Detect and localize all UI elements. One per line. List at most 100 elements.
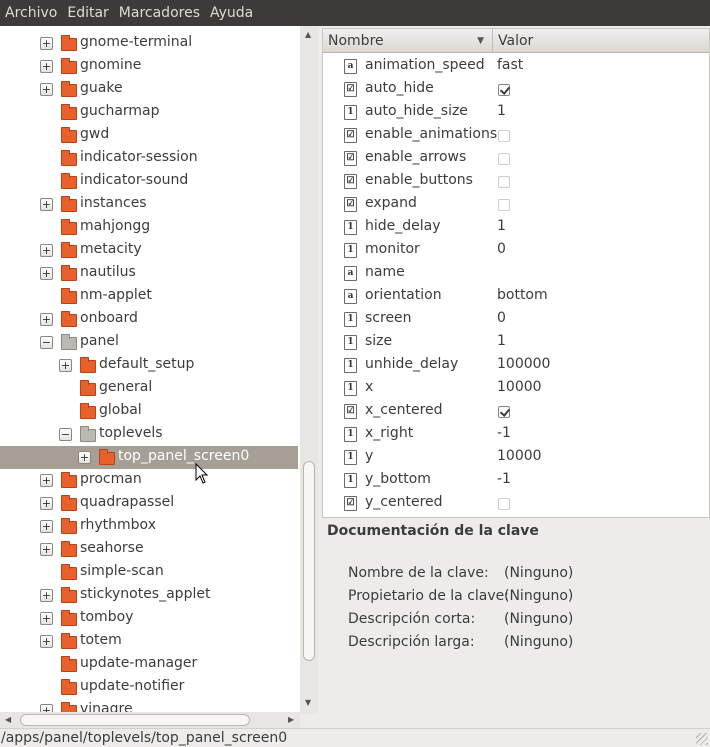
- key-row-x_right[interactable]: 1 x_right -1: [323, 423, 709, 446]
- tree-item-mahjongg[interactable]: mahjongg: [0, 216, 298, 239]
- scroll-up-arrow-icon[interactable]: ▲: [305, 30, 311, 39]
- tree-item-simple-scan[interactable]: simple-scan: [0, 561, 298, 584]
- menu-ayuda[interactable]: Ayuda: [205, 0, 258, 26]
- tree-item-update-notifier[interactable]: update-notifier: [0, 676, 298, 699]
- key-value[interactable]: 10000: [497, 379, 542, 395]
- expand-icon[interactable]: +: [40, 612, 53, 625]
- expand-icon[interactable]: +: [59, 359, 72, 372]
- tree-item-gnome-terminal[interactable]: + gnome-terminal: [0, 32, 298, 55]
- tree-item-gnomine[interactable]: + gnomine: [0, 55, 298, 78]
- tree-item-procman[interactable]: + procman: [0, 469, 298, 492]
- key-row-enable_buttons[interactable]: ☑ enable_buttons: [323, 170, 709, 193]
- key-value-checkbox[interactable]: [498, 176, 510, 188]
- key-row-monitor[interactable]: 1 monitor 0: [323, 239, 709, 262]
- key-value[interactable]: -1: [497, 471, 511, 487]
- key-row-enable_arrows[interactable]: ☑ enable_arrows: [323, 147, 709, 170]
- key-row-y_bottom[interactable]: 1 y_bottom -1: [323, 469, 709, 492]
- tree-item-instances[interactable]: + instances: [0, 193, 298, 216]
- tree-item-rhythmbox[interactable]: + rhythmbox: [0, 515, 298, 538]
- key-value-checkbox[interactable]: [498, 153, 510, 165]
- key-row-animation_speed[interactable]: a animation_speed fast: [323, 55, 709, 78]
- key-value[interactable]: 0: [497, 310, 506, 326]
- key-value[interactable]: -1: [497, 425, 511, 441]
- tree-item-indicator-sound[interactable]: indicator-sound: [0, 170, 298, 193]
- key-row-y_centered[interactable]: ☑ y_centered: [323, 492, 709, 515]
- tree-vertical-scroll-thumb[interactable]: [303, 461, 315, 661]
- key-row-orientation[interactable]: a orientation bottom: [323, 285, 709, 308]
- key-value[interactable]: 1: [497, 218, 506, 234]
- key-value[interactable]: 0: [497, 241, 506, 257]
- tree-item-indicator-session[interactable]: indicator-session: [0, 147, 298, 170]
- key-value[interactable]: 1: [497, 333, 506, 349]
- key-row-expand[interactable]: ☑ expand: [323, 193, 709, 216]
- expand-icon[interactable]: +: [40, 83, 53, 96]
- scroll-down-arrow-icon[interactable]: ▼: [305, 698, 311, 707]
- tree-item-seahorse[interactable]: + seahorse: [0, 538, 298, 561]
- tree-vertical-scrollbar[interactable]: ▲ ▼: [300, 26, 318, 714]
- expand-icon[interactable]: +: [40, 497, 53, 510]
- key-row-size[interactable]: 1 size 1: [323, 331, 709, 354]
- expand-icon[interactable]: +: [40, 520, 53, 533]
- tree-item-global[interactable]: global: [0, 400, 298, 423]
- key-value[interactable]: bottom: [497, 287, 548, 303]
- key-value-checkbox[interactable]: [498, 84, 510, 96]
- expand-icon[interactable]: +: [40, 313, 53, 326]
- tree-horizontal-scroll-thumb[interactable]: [20, 714, 250, 726]
- key-row-hide_delay[interactable]: 1 hide_delay 1: [323, 216, 709, 239]
- key-value[interactable]: 100000: [497, 356, 550, 372]
- expand-icon[interactable]: +: [40, 635, 53, 648]
- column-header-value[interactable]: Valor: [493, 29, 709, 53]
- key-row-y[interactable]: 1 y 10000: [323, 446, 709, 469]
- tree-item-nautilus[interactable]: + nautilus: [0, 262, 298, 285]
- tree-item-general[interactable]: general: [0, 377, 298, 400]
- tree-item-default_setup[interactable]: + default_setup: [0, 354, 298, 377]
- scroll-left-arrow-icon[interactable]: ◀: [5, 715, 11, 724]
- key-row-enable_animations[interactable]: ☑ enable_animations: [323, 124, 709, 147]
- key-value[interactable]: 10000: [497, 448, 542, 464]
- key-value-checkbox[interactable]: [498, 498, 510, 510]
- menu-archivo[interactable]: Archivo: [0, 0, 62, 26]
- expand-icon[interactable]: +: [40, 543, 53, 556]
- tree-item-top_panel_screen0[interactable]: + top_panel_screen0: [0, 446, 298, 469]
- tree-item-quadrapassel[interactable]: + quadrapassel: [0, 492, 298, 515]
- key-row-auto_hide_size[interactable]: 1 auto_hide_size 1: [323, 101, 709, 124]
- key-row-x_centered[interactable]: ☑ x_centered: [323, 400, 709, 423]
- menu-editar[interactable]: Editar: [62, 0, 113, 26]
- tree-item-tomboy[interactable]: + tomboy: [0, 607, 298, 630]
- scroll-right-arrow-icon[interactable]: ▶: [288, 715, 294, 724]
- tree-item-toplevels[interactable]: − toplevels: [0, 423, 298, 446]
- expand-icon[interactable]: +: [40, 244, 53, 257]
- expand-icon[interactable]: +: [40, 267, 53, 280]
- expand-icon[interactable]: +: [40, 474, 53, 487]
- collapse-icon[interactable]: −: [40, 336, 53, 349]
- key-row-unhide_delay[interactable]: 1 unhide_delay 100000: [323, 354, 709, 377]
- expand-icon[interactable]: +: [40, 589, 53, 602]
- key-row-name[interactable]: a name: [323, 262, 709, 285]
- expand-icon[interactable]: +: [40, 60, 53, 73]
- key-value[interactable]: 1: [497, 103, 506, 119]
- resize-grip-icon[interactable]: [696, 733, 708, 745]
- key-row-x[interactable]: 1 x 10000: [323, 377, 709, 400]
- tree-item-update-manager[interactable]: update-manager: [0, 653, 298, 676]
- key-value[interactable]: fast: [497, 57, 523, 73]
- expand-icon[interactable]: +: [78, 451, 91, 464]
- directory-tree[interactable]: + gnome-terminal + gnomine + guake gucharmap gw…: [0, 26, 318, 714]
- collapse-icon[interactable]: −: [59, 428, 72, 441]
- tree-item-stickynotes_applet[interactable]: + stickynotes_applet: [0, 584, 298, 607]
- expand-icon[interactable]: +: [40, 37, 53, 50]
- tree-item-nm-applet[interactable]: nm-applet: [0, 285, 298, 308]
- tree-item-metacity[interactable]: + metacity: [0, 239, 298, 262]
- tree-item-guake[interactable]: + guake: [0, 78, 298, 101]
- tree-item-totem[interactable]: + totem: [0, 630, 298, 653]
- tree-item-gwd[interactable]: gwd: [0, 124, 298, 147]
- key-value-checkbox[interactable]: [498, 406, 510, 418]
- expand-icon[interactable]: +: [40, 198, 53, 211]
- tree-item-onboard[interactable]: + onboard: [0, 308, 298, 331]
- key-row-screen[interactable]: 1 screen 0: [323, 308, 709, 331]
- column-header-name[interactable]: Nombre ▼: [323, 29, 493, 53]
- tree-item-gucharmap[interactable]: gucharmap: [0, 101, 298, 124]
- tree-item-panel[interactable]: − panel: [0, 331, 298, 354]
- key-value-checkbox[interactable]: [498, 199, 510, 211]
- key-value-checkbox[interactable]: [498, 130, 510, 142]
- tree-horizontal-scrollbar[interactable]: ◀ ▶: [0, 712, 300, 728]
